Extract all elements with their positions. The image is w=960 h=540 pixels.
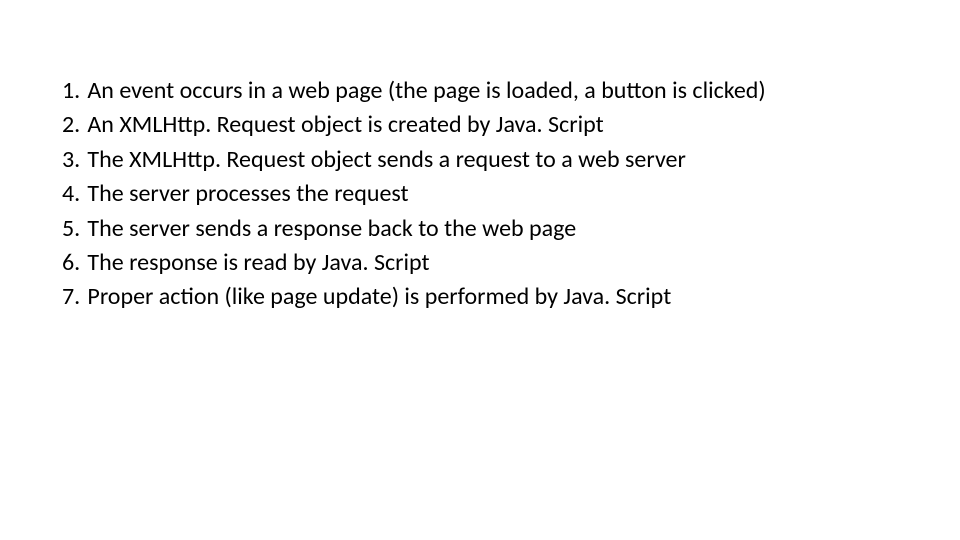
list-item: 3. The XMLHttp. Request object sends a r… <box>62 144 902 176</box>
ordered-list: 1. An event occurs in a web page (the pa… <box>62 75 902 316</box>
item-text: An event occurs in a web page (the page … <box>87 75 902 107</box>
item-text: An XMLHttp. Request object is created by… <box>87 109 902 141</box>
item-text: The server processes the request <box>87 178 902 210</box>
item-number: 3. <box>62 144 80 176</box>
item-number: 5. <box>62 213 80 245</box>
slide: 1. An event occurs in a web page (the pa… <box>0 0 960 540</box>
item-text: The server sends a response back to the … <box>87 213 902 245</box>
list-item: 5. The server sends a response back to t… <box>62 213 902 245</box>
list-item: 6. The response is read by Java. Script <box>62 247 902 279</box>
item-number: 7. <box>62 281 80 313</box>
list-item: 1. An event occurs in a web page (the pa… <box>62 75 902 107</box>
list-item: 2. An XMLHttp. Request object is created… <box>62 109 902 141</box>
item-number: 2. <box>62 109 80 141</box>
item-text: The XMLHttp. Request object sends a requ… <box>87 144 902 176</box>
item-number: 6. <box>62 247 80 279</box>
item-text: The response is read by Java. Script <box>87 247 902 279</box>
item-text: Proper action (like page update) is perf… <box>87 281 902 313</box>
item-number: 1. <box>62 75 80 107</box>
item-number: 4. <box>62 178 80 210</box>
list-item: 4. The server processes the request <box>62 178 902 210</box>
list-item: 7. Proper action (like page update) is p… <box>62 281 902 313</box>
